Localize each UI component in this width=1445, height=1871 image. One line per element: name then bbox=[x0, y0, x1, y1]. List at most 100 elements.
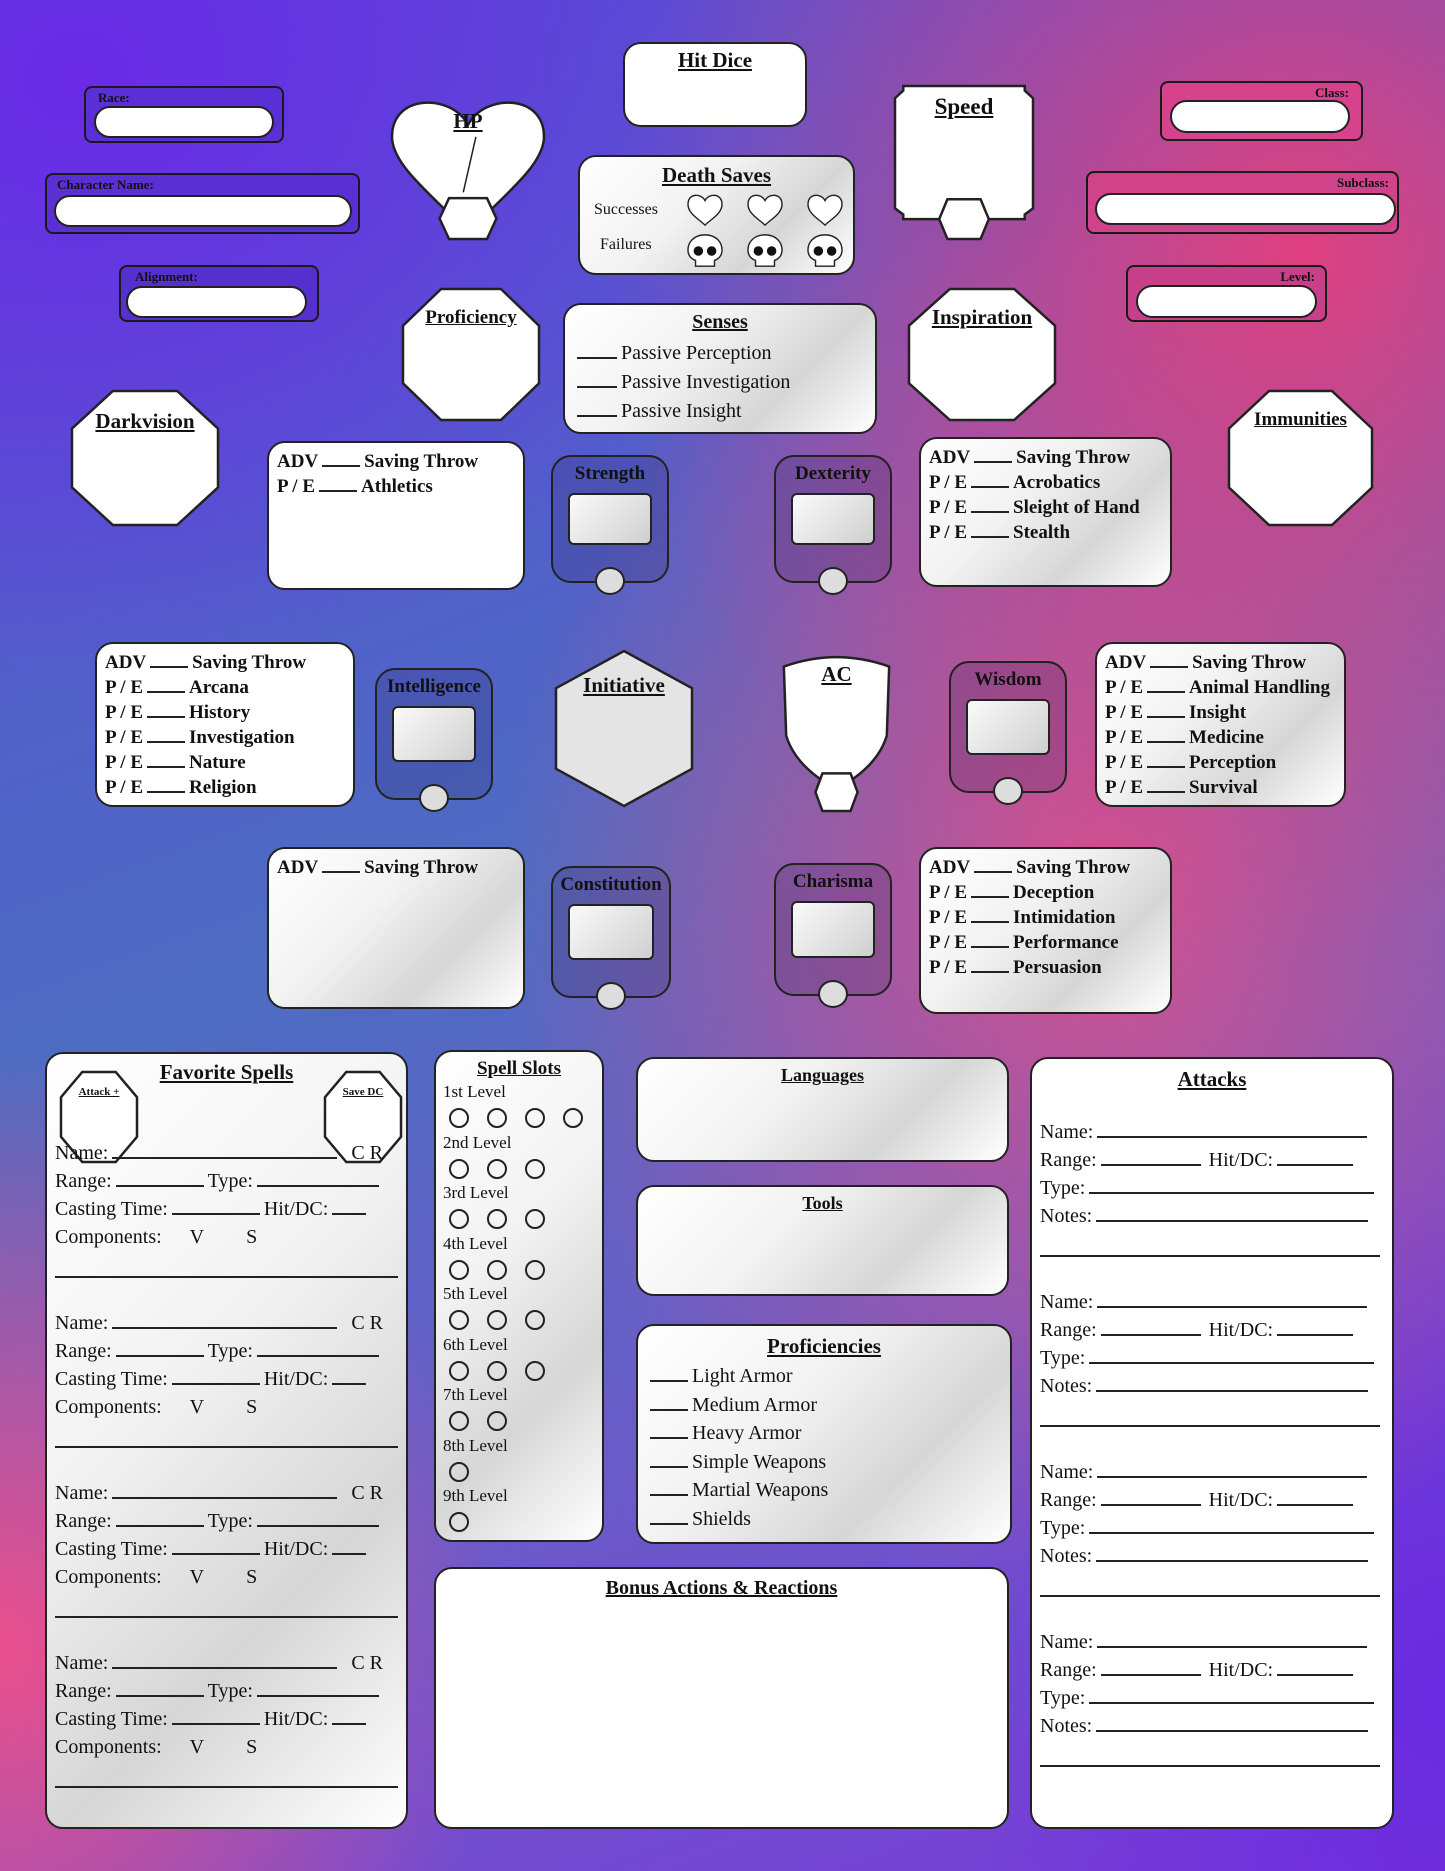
range-input[interactable] bbox=[115, 1681, 204, 1697]
attack-notes-input[interactable] bbox=[1096, 1716, 1369, 1732]
attack-hit-dc-input[interactable] bbox=[1277, 1660, 1354, 1676]
spell-notes-line[interactable] bbox=[55, 1276, 398, 1278]
spell-slot-checkbox[interactable] bbox=[487, 1108, 507, 1128]
initiative-box[interactable]: Initiative bbox=[556, 651, 692, 806]
skill-value-input[interactable] bbox=[1147, 729, 1186, 743]
hit-dc-input[interactable] bbox=[332, 1539, 367, 1555]
spell-slot-checkbox[interactable] bbox=[525, 1360, 545, 1381]
skill-value-input[interactable] bbox=[971, 499, 1010, 513]
senses-value-input[interactable] bbox=[577, 401, 617, 417]
attack-notes-line[interactable] bbox=[1040, 1595, 1380, 1597]
attack-name-input[interactable] bbox=[1097, 1122, 1368, 1138]
skill-value-input[interactable] bbox=[1150, 654, 1189, 668]
proficiency-check-input[interactable] bbox=[650, 1480, 688, 1496]
hp-heart[interactable]: HP bbox=[389, 93, 547, 239]
constitution-score-input[interactable] bbox=[568, 904, 654, 960]
skill-value-input[interactable] bbox=[1147, 779, 1186, 793]
skill-value-input[interactable] bbox=[974, 859, 1013, 873]
success-heart-icon[interactable] bbox=[746, 193, 784, 227]
skill-value-input[interactable] bbox=[147, 754, 186, 768]
spell-slot-checkbox[interactable] bbox=[525, 1310, 545, 1330]
skill-value-input[interactable] bbox=[322, 453, 361, 467]
success-heart-icon[interactable] bbox=[686, 193, 724, 227]
spell-slot-checkbox[interactable] bbox=[449, 1411, 469, 1431]
attack-type-input[interactable] bbox=[1089, 1518, 1375, 1534]
speed-box[interactable]: Speed bbox=[895, 86, 1033, 239]
spell-slot-checkbox[interactable] bbox=[525, 1108, 545, 1128]
inspiration-box[interactable]: Inspiration bbox=[909, 289, 1055, 420]
attack-range-input[interactable] bbox=[1100, 1320, 1201, 1336]
wisdom-modifier-input[interactable] bbox=[993, 777, 1023, 805]
proficiency-check-input[interactable] bbox=[650, 1366, 688, 1382]
armor-class-shield[interactable]: AC bbox=[778, 654, 895, 811]
attack-name-input[interactable] bbox=[1097, 1462, 1368, 1478]
intelligence-score-input[interactable] bbox=[392, 706, 476, 762]
proficiency-bonus-box[interactable]: Proficiency bbox=[403, 289, 539, 420]
attack-type-input[interactable] bbox=[1089, 1348, 1375, 1364]
casting-time-input[interactable] bbox=[171, 1199, 260, 1215]
dexterity-modifier-input[interactable] bbox=[818, 567, 848, 595]
immunities-box[interactable]: Immunities bbox=[1229, 391, 1372, 525]
hit-dice-box[interactable]: Hit Dice bbox=[623, 42, 807, 127]
skill-value-input[interactable] bbox=[971, 884, 1010, 898]
attack-hit-dc-input[interactable] bbox=[1277, 1490, 1354, 1506]
spell-notes-line[interactable] bbox=[55, 1786, 398, 1788]
spell-slot-checkbox[interactable] bbox=[449, 1310, 469, 1330]
bonus-actions-reactions-box[interactable]: Bonus Actions & Reactions bbox=[434, 1567, 1009, 1829]
skill-value-input[interactable] bbox=[971, 909, 1010, 923]
failure-skull-icon[interactable] bbox=[686, 233, 724, 269]
proficiency-check-input[interactable] bbox=[650, 1509, 688, 1525]
failure-skull-icon[interactable] bbox=[746, 233, 784, 269]
attack-notes-line[interactable] bbox=[1040, 1765, 1380, 1767]
spell-slot-checkbox[interactable] bbox=[525, 1259, 545, 1280]
range-input[interactable] bbox=[115, 1511, 204, 1527]
strength-modifier-input[interactable] bbox=[595, 567, 625, 595]
level-input[interactable] bbox=[1136, 285, 1317, 318]
skill-value-input[interactable] bbox=[971, 524, 1010, 538]
skill-value-input[interactable] bbox=[974, 449, 1013, 463]
skill-value-input[interactable] bbox=[319, 478, 358, 492]
type-input[interactable] bbox=[256, 1171, 379, 1187]
character-name-input[interactable] bbox=[54, 195, 352, 227]
attack-type-input[interactable] bbox=[1089, 1178, 1375, 1194]
tools-box[interactable]: Tools bbox=[636, 1185, 1009, 1296]
skill-value-input[interactable] bbox=[1147, 754, 1186, 768]
spell-name-input[interactable] bbox=[112, 1483, 338, 1499]
type-input[interactable] bbox=[256, 1681, 379, 1697]
hit-dc-input[interactable] bbox=[332, 1369, 367, 1385]
skill-value-input[interactable] bbox=[322, 859, 361, 873]
skill-value-input[interactable] bbox=[971, 474, 1010, 488]
spell-slot-checkbox[interactable] bbox=[449, 1108, 469, 1128]
type-input[interactable] bbox=[256, 1511, 379, 1527]
proficiency-check-input[interactable] bbox=[650, 1452, 688, 1468]
race-input[interactable] bbox=[94, 106, 274, 138]
dexterity-score-input[interactable] bbox=[791, 493, 875, 545]
spell-slot-checkbox[interactable] bbox=[487, 1259, 507, 1280]
spell-name-input[interactable] bbox=[112, 1143, 338, 1159]
skill-value-input[interactable] bbox=[150, 654, 189, 668]
attack-hit-dc-input[interactable] bbox=[1277, 1320, 1354, 1336]
proficiency-check-input[interactable] bbox=[650, 1423, 688, 1439]
skill-value-input[interactable] bbox=[1147, 704, 1186, 718]
attack-name-input[interactable] bbox=[1097, 1292, 1368, 1308]
range-input[interactable] bbox=[115, 1341, 204, 1357]
attack-notes-input[interactable] bbox=[1096, 1206, 1369, 1222]
success-heart-icon[interactable] bbox=[806, 193, 844, 227]
attack-range-input[interactable] bbox=[1100, 1660, 1201, 1676]
attack-notes-input[interactable] bbox=[1096, 1546, 1369, 1562]
attack-notes-line[interactable] bbox=[1040, 1255, 1380, 1257]
skill-value-input[interactable] bbox=[147, 779, 186, 793]
failure-skull-icon[interactable] bbox=[806, 233, 844, 269]
skill-value-input[interactable] bbox=[971, 959, 1010, 973]
intelligence-modifier-input[interactable] bbox=[419, 784, 449, 812]
spell-slot-checkbox[interactable] bbox=[449, 1461, 469, 1482]
proficiency-check-input[interactable] bbox=[650, 1395, 688, 1411]
class-input[interactable] bbox=[1170, 100, 1350, 133]
attack-notes-line[interactable] bbox=[1040, 1425, 1380, 1427]
casting-time-input[interactable] bbox=[171, 1539, 260, 1555]
spell-name-input[interactable] bbox=[112, 1653, 338, 1669]
type-input[interactable] bbox=[256, 1341, 379, 1357]
casting-time-input[interactable] bbox=[171, 1369, 260, 1385]
skill-value-input[interactable] bbox=[147, 704, 186, 718]
spell-slot-checkbox[interactable] bbox=[487, 1209, 507, 1229]
